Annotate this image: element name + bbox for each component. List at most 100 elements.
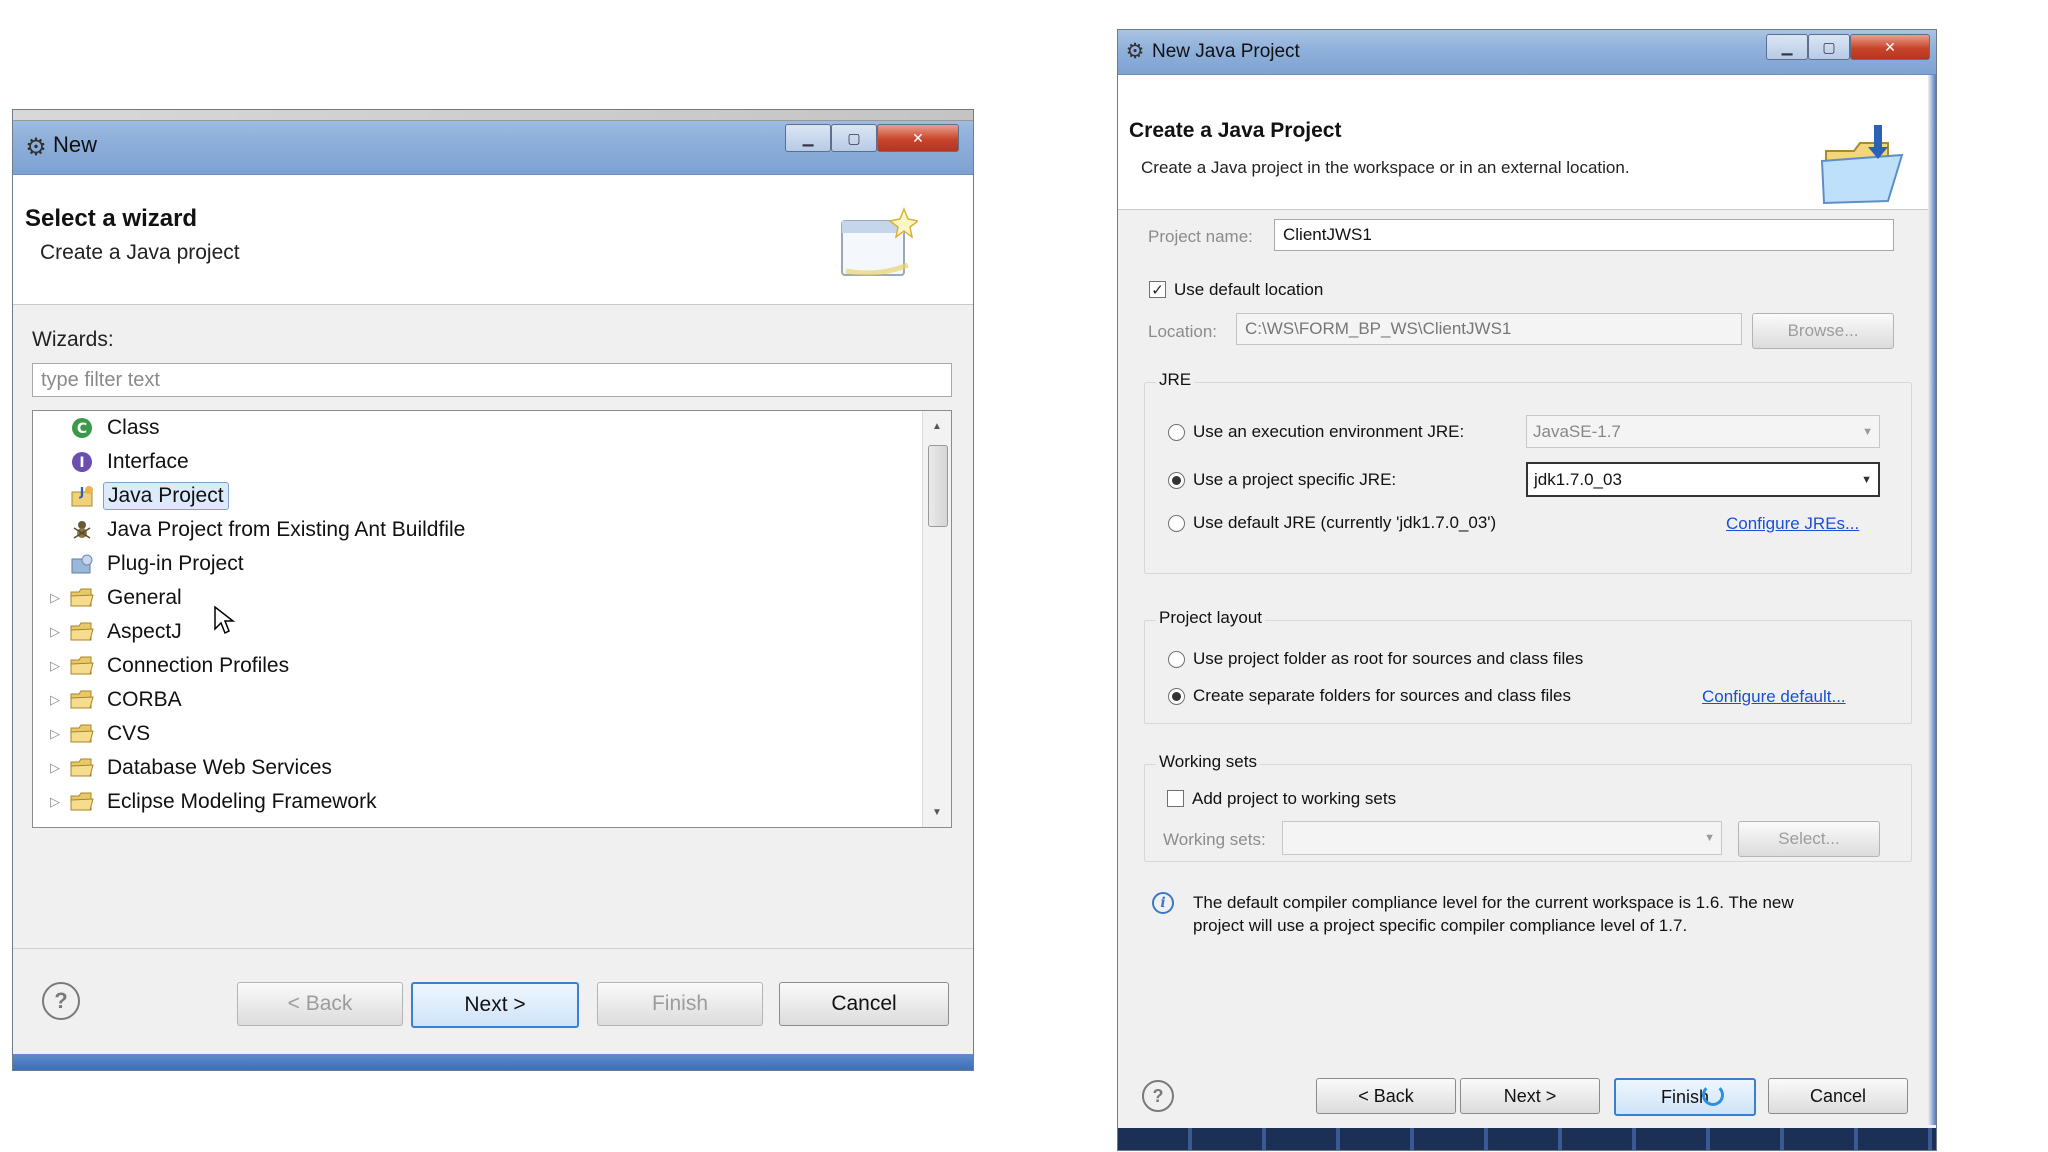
tree-item[interactable]: ▷ CVS — [33, 719, 154, 749]
expand-arrow-icon[interactable]: ▷ — [43, 760, 67, 776]
close-button[interactable]: ✕ — [1850, 34, 1930, 60]
folder-icon — [67, 721, 97, 747]
folder-icon — [67, 653, 97, 679]
back-button[interactable]: < Back — [237, 982, 403, 1026]
jre-env-radio[interactable] — [1168, 424, 1185, 441]
project-name-label: Project name: — [1148, 227, 1253, 246]
window-bottom-edge — [13, 1054, 973, 1070]
back-button[interactable]: < Back — [1316, 1078, 1456, 1114]
browse-button[interactable]: Browse... — [1752, 313, 1894, 349]
configure-default-link[interactable]: Configure default... — [1702, 687, 1846, 707]
tree-item[interactable]: Java Project from Existing Ant Buildfile — [33, 515, 469, 545]
use-default-location-checkbox[interactable]: ✓ — [1149, 281, 1166, 299]
banner-subtitle: Create a Java project — [40, 241, 240, 264]
title-bar[interactable]: ⚙ New ▁ ▢ ✕ — [13, 110, 973, 175]
folder-icon — [67, 619, 97, 645]
java-project-icon: J — [67, 483, 97, 509]
expand-arrow-icon[interactable]: ▷ — [43, 726, 67, 742]
gear-icon: ⚙ — [25, 133, 47, 161]
finish-button[interactable]: Finish — [597, 982, 763, 1026]
new-wizard-dialog: ⚙ New ▁ ▢ ✕ Select a wizard Create a Jav… — [13, 110, 973, 1070]
help-icon[interactable]: ? — [42, 982, 80, 1020]
title-bar[interactable]: ⚙ New Java Project ▁ ▢ ✕ — [1118, 30, 1936, 75]
cancel-button[interactable]: Cancel — [779, 982, 949, 1026]
layout-root-label: Use project folder as root for sources a… — [1193, 649, 1584, 668]
expand-arrow-icon[interactable]: ▷ — [43, 692, 67, 708]
expand-arrow-icon[interactable]: ▷ — [43, 624, 67, 640]
taskbar-strip — [1118, 1128, 1936, 1150]
tree-item[interactable]: C Class — [33, 413, 164, 443]
tree-item[interactable]: ▷ General — [33, 583, 186, 613]
maximize-button[interactable]: ▢ — [831, 124, 877, 152]
working-sets-select[interactable]: ▼ — [1282, 821, 1722, 855]
add-to-working-sets-label: Add project to working sets — [1192, 789, 1397, 808]
folder-icon — [67, 687, 97, 713]
minimize-button[interactable]: ▁ — [1766, 34, 1808, 60]
wizard-banner: Select a wizard Create a Java project — [13, 175, 973, 305]
jre-specific-label: Use a project specific JRE: — [1193, 470, 1397, 489]
tree-item-label: Connection Profiles — [107, 653, 290, 677]
tree-item-label: Java Project — [103, 481, 229, 510]
tree-item[interactable]: ▷ CORBA — [33, 685, 186, 715]
tree-item-label: Plug-in Project — [107, 551, 244, 575]
separator — [13, 948, 973, 949]
tree-item[interactable]: Plug-in Project — [33, 549, 248, 579]
add-to-working-sets-checkbox[interactable] — [1167, 790, 1184, 807]
filter-input[interactable] — [32, 363, 952, 397]
checkmark-icon: ✓ — [1151, 281, 1164, 299]
expand-arrow-icon[interactable]: ▷ — [43, 658, 67, 674]
mouse-cursor-icon — [214, 605, 236, 635]
jre-specific-radio[interactable] — [1168, 472, 1185, 489]
tree-item-label: CVS — [107, 721, 151, 745]
project-layout-title: Project layout — [1156, 608, 1265, 628]
jre-group-title: JRE — [1156, 370, 1195, 390]
cancel-button[interactable]: Cancel — [1768, 1078, 1908, 1114]
configure-jres-link[interactable]: Configure JREs... — [1726, 514, 1859, 534]
next-button[interactable]: Next > — [411, 982, 579, 1028]
jre-default-radio[interactable] — [1168, 515, 1185, 532]
project-jre-select[interactable]: jdk1.7.0_03 ▼ — [1526, 462, 1880, 497]
working-sets-title: Working sets — [1156, 752, 1260, 772]
window-title: New — [53, 132, 98, 157]
vertical-scrollbar[interactable]: ▲ ▼ — [922, 411, 951, 827]
new-folder-icon — [1820, 125, 1904, 205]
next-button[interactable]: Next > — [1460, 1078, 1600, 1114]
tree-item-label: Class — [107, 416, 160, 439]
tree-item[interactable]: J Java Project — [33, 481, 229, 511]
banner-subtitle: Create a Java project in the workspace o… — [1141, 158, 1630, 177]
tree-item[interactable]: ▷ AspectJ — [33, 617, 186, 647]
close-button[interactable]: ✕ — [877, 124, 959, 152]
jre-default-label: Use default JRE (currently 'jdk1.7.0_03'… — [1193, 513, 1497, 532]
compliance-info-line2: project will use a project specific comp… — [1193, 916, 1688, 935]
chevron-down-icon: ▼ — [1861, 473, 1872, 486]
tree-item[interactable]: I Interface — [33, 447, 193, 477]
project-name-input[interactable]: ClientJWS1 — [1274, 219, 1894, 251]
plugin-icon — [67, 551, 97, 577]
layout-root-radio[interactable] — [1168, 651, 1185, 668]
tree-item-label: Interface — [107, 449, 189, 473]
tree-item[interactable]: ▷ Database Web Services — [33, 753, 336, 783]
scroll-down-icon[interactable]: ▼ — [923, 801, 951, 823]
minimize-button[interactable]: ▁ — [785, 124, 831, 152]
radio-dot — [1172, 692, 1181, 701]
expand-arrow-icon[interactable]: ▷ — [43, 794, 67, 810]
tree-item-label: Eclipse Modeling Framework — [107, 789, 377, 813]
tree-item[interactable]: ▷ Connection Profiles — [33, 651, 293, 681]
tree-item[interactable]: ▷ Eclipse Modeling Framework — [33, 787, 381, 817]
scroll-thumb[interactable] — [928, 445, 948, 527]
eclipse-toolbar-strip — [13, 110, 973, 121]
project-layout-group — [1144, 620, 1912, 724]
gear-icon: ⚙ — [1125, 39, 1145, 63]
layout-separate-radio[interactable] — [1168, 688, 1185, 705]
help-icon[interactable]: ? — [1142, 1080, 1174, 1112]
select-working-sets-button[interactable]: Select... — [1738, 821, 1880, 857]
scroll-up-icon[interactable]: ▲ — [923, 415, 951, 437]
maximize-button[interactable]: ▢ — [1808, 34, 1850, 60]
location-input[interactable]: C:\WS\FORM_BP_WS\ClientJWS1 — [1236, 313, 1742, 345]
location-label: Location: — [1148, 322, 1217, 341]
wizard-tree[interactable]: ▲ ▼ C Class I Interface J Java Project Java Pr… — [32, 410, 952, 828]
execution-environment-select[interactable]: JavaSE-1.7 ▼ — [1526, 415, 1880, 448]
finish-button[interactable]: Finish — [1614, 1078, 1756, 1116]
working-sets-label: Working sets: — [1163, 830, 1266, 849]
expand-arrow-icon[interactable]: ▷ — [43, 590, 67, 606]
